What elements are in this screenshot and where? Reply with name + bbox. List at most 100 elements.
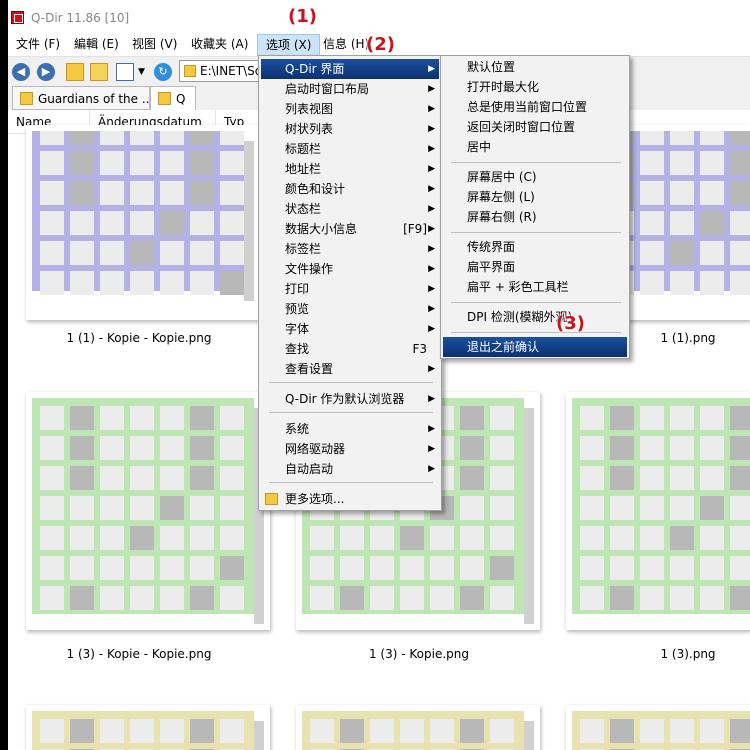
view-mode-icon[interactable]: [116, 63, 134, 81]
submenu-item[interactable]: 扁平界面: [443, 257, 627, 277]
pixel-cell: [730, 586, 750, 610]
options-menu-item[interactable]: 颜色和设计 ▶: [261, 179, 439, 199]
options-menu-item[interactable]: 树状列表 ▶: [261, 119, 439, 139]
tab-guardians[interactable]: Guardians of the ...: [12, 86, 153, 110]
file-thumb-1-1-kopie-kopie[interactable]: [26, 125, 260, 320]
submenu-item[interactable]: DPI 检测(模糊外观): [443, 307, 627, 327]
submenu-item-label: 打开时最大化: [467, 80, 540, 94]
pixel-cell: [190, 719, 214, 743]
menu-item-label: 系统: [285, 422, 310, 436]
options-menu-item[interactable]: 列表视图 ▶: [261, 99, 439, 119]
options-menu-item[interactable]: 文件操作 ▶: [261, 259, 439, 279]
pixel-cell: [580, 436, 604, 460]
pixel-cell: [100, 496, 124, 520]
options-menu-item[interactable]: 网络驱动器 ▶: [261, 439, 439, 459]
thumb-svg: [32, 398, 264, 624]
menu-edit[interactable]: 編輯 (E): [66, 34, 127, 56]
menu-favorites[interactable]: 收藏夹 (A): [183, 34, 256, 56]
thumb-svg: [32, 711, 264, 750]
thumb-shadow: [524, 408, 534, 624]
submenu-item[interactable]: 传统界面: [443, 237, 627, 257]
options-menu-item[interactable]: 标题栏 ▶: [261, 139, 439, 159]
submenu-item[interactable]: 屏幕右侧 (R): [443, 207, 627, 227]
options-menu-item[interactable]: Q-Dir 界面 ▶: [261, 59, 439, 79]
menu-file[interactable]: 文件 (F): [8, 34, 68, 56]
pixel-cell: [310, 719, 334, 743]
pixel-cell: [40, 466, 64, 490]
address-bar[interactable]: E:\INET\So: [179, 60, 262, 82]
options-menu-item[interactable]: 数据大小信息 [F9] ▶: [261, 219, 439, 239]
submenu-item[interactable]: 退出之前确认: [443, 337, 627, 357]
folder-icon: [184, 65, 196, 77]
menu-item-label: 启动时窗口布局: [285, 82, 370, 96]
back-arrow-icon[interactable]: ◀: [12, 63, 30, 81]
pixel-cell: [580, 719, 604, 743]
pixel-cell: [160, 406, 184, 430]
pixel-cell: [370, 526, 394, 550]
pixel-cell: [460, 556, 484, 580]
menu-view[interactable]: 视图 (V): [124, 34, 185, 56]
pixel-cell: [340, 556, 364, 580]
pixel-cell: [130, 496, 154, 520]
pixel-cell: [670, 719, 694, 743]
file-thumb-row3-3[interactable]: [566, 705, 750, 750]
menu-options[interactable]: 选项 (X): [257, 34, 321, 56]
options-menu-item[interactable]: 自动启动 ▶: [261, 459, 439, 479]
submenu-item[interactable]: 扁平 + 彩色工具栏: [443, 277, 627, 297]
pixel-cell: [310, 526, 334, 550]
forward-arrow-icon[interactable]: ▶: [37, 63, 55, 81]
submenu-arrow-icon: ▶: [428, 224, 435, 234]
submenu-item[interactable]: 默认位置: [443, 57, 627, 77]
new-folder-icon[interactable]: [90, 63, 108, 81]
folder-up-icon[interactable]: [66, 63, 84, 81]
options-menu-item[interactable]: 字体 ▶: [261, 319, 439, 339]
file-thumb-1-3[interactable]: [566, 392, 750, 630]
tab-q[interactable]: Q: [150, 86, 196, 110]
pixel-cell: [220, 151, 244, 175]
file-label[interactable]: 1 (3) - Kopie - Kopie.png: [16, 647, 262, 661]
file-label[interactable]: 1 (3) - Kopie.png: [296, 647, 542, 661]
submenu-item[interactable]: 居中: [443, 137, 627, 157]
file-thumb-1-3-kopie-kopie[interactable]: [26, 392, 270, 630]
pixel-cell: [700, 181, 724, 205]
pixel-cell: [430, 719, 454, 743]
options-menu-item[interactable]: 启动时窗口布局 ▶: [261, 79, 439, 99]
pixel-cell: [160, 556, 184, 580]
file-thumb-row3-1[interactable]: [26, 705, 270, 750]
options-menu-item[interactable]: 查找 F3: [261, 339, 439, 359]
view-mode-dropdown-icon[interactable]: ▼: [138, 63, 148, 81]
pixel-cell: [610, 406, 634, 430]
options-menu-item[interactable]: Q-Dir 作为默认浏览器 ▶: [261, 389, 439, 409]
options-menu-item[interactable]: 打印 ▶: [261, 279, 439, 299]
submenu-item[interactable]: 屏幕居中 (C): [443, 167, 627, 187]
submenu-arrow-icon: ▶: [428, 204, 435, 214]
submenu-item[interactable]: 总是使用当前窗口位置: [443, 97, 627, 117]
pixel-cell: [220, 131, 244, 145]
pixel-cell: [430, 556, 454, 580]
pixel-cell: [640, 526, 664, 550]
thumb-svg: [572, 711, 750, 750]
pixel-cell: [160, 241, 184, 265]
pixel-cell: [460, 406, 484, 430]
submenu-item[interactable]: 返回关闭时窗口位置: [443, 117, 627, 137]
file-label[interactable]: 1 (1) - Kopie - Kopie.png: [16, 331, 262, 345]
submenu-item[interactable]: 屏幕左侧 (L): [443, 187, 627, 207]
file-thumb-row3-2[interactable]: [296, 705, 540, 750]
folder-icon: [20, 92, 33, 105]
qdir-app-icon[interactable]: [11, 11, 24, 24]
submenu-item-label: 默认位置: [467, 60, 516, 74]
file-label[interactable]: 1 (3).png: [568, 647, 750, 661]
submenu-item-label: 扁平界面: [467, 260, 516, 274]
pixel-cell: [40, 526, 64, 550]
options-menu-item[interactable]: 系统 ▶: [261, 419, 439, 439]
pixel-cell: [670, 496, 694, 520]
options-menu-item[interactable]: 标签栏 ▶: [261, 239, 439, 259]
options-menu-item[interactable]: 更多选项...: [261, 489, 439, 509]
options-menu-item[interactable]: 状态栏 ▶: [261, 199, 439, 219]
options-menu-item[interactable]: 预览 ▶: [261, 299, 439, 319]
submenu-item[interactable]: 打开时最大化: [443, 77, 627, 97]
refresh-icon[interactable]: ↻: [154, 63, 172, 81]
options-menu-item[interactable]: 地址栏 ▶: [261, 159, 439, 179]
pixel-cell: [490, 466, 514, 490]
options-menu-item[interactable]: 查看设置 ▶: [261, 359, 439, 379]
